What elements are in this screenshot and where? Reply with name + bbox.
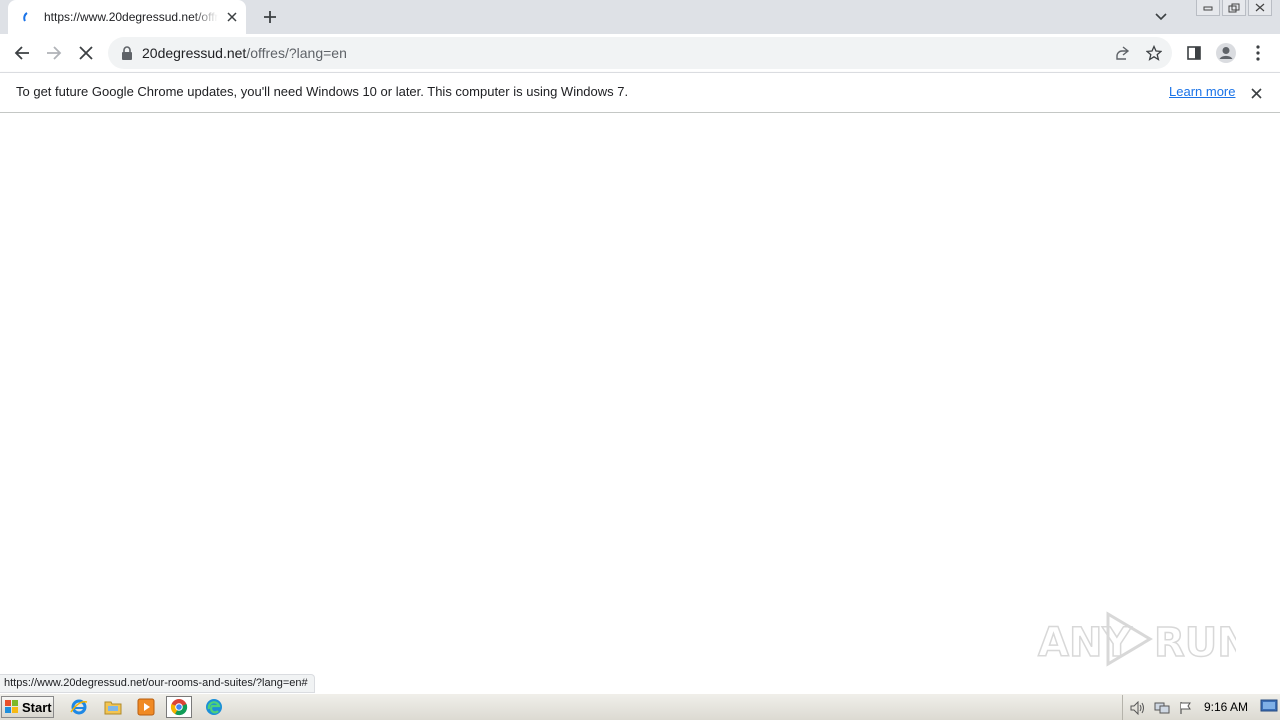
new-tab-button[interactable] [258,5,282,29]
status-url-bubble: https://www.20degressud.net/our-rooms-an… [0,674,315,693]
media-player-icon[interactable] [133,696,159,718]
windows-logo-icon [5,700,18,713]
watermark-right: RUN [1154,620,1236,666]
loading-spinner-icon [22,10,36,24]
bookmark-star-icon[interactable] [1144,43,1164,63]
chrome-icon[interactable] [166,696,192,718]
volume-icon[interactable] [1129,700,1147,716]
anyrun-watermark: ANY RUN [1037,611,1236,667]
stop-icon [79,46,93,60]
taskbar-clock[interactable]: 9:16 AM [1204,700,1248,714]
forward-arrow-icon [47,46,62,60]
window-close-button[interactable] [1248,0,1272,16]
back-arrow-icon [14,46,29,60]
update-infobar: To get future Google Chrome updates, you… [0,72,1280,113]
side-panel-icon [1187,46,1201,60]
tab-close-icon[interactable] [224,9,240,25]
infobar-message: To get future Google Chrome updates, you… [16,84,629,99]
share-icon[interactable] [1112,43,1132,63]
infobar-close-icon[interactable] [1248,85,1264,101]
address-bar[interactable]: 20degressud.net/offres/?lang=en [108,37,1172,69]
browser-toolbar: 20degressud.net/offres/?lang=en [0,34,1280,72]
side-panel-button[interactable] [1180,39,1208,67]
restore-button[interactable] [1222,0,1246,16]
plus-icon [264,11,276,23]
learn-more-link[interactable]: Learn more [1169,84,1235,99]
more-vertical-icon [1256,45,1260,61]
tab-title: https://www.20degressud.net/offres/?lang… [44,10,218,24]
system-tray [1122,695,1280,720]
network-icon[interactable] [1153,700,1171,716]
chevron-down-icon [1155,13,1167,21]
minimize-button[interactable] [1196,0,1220,16]
address-url[interactable]: 20degressud.net/offres/?lang=en [142,45,347,61]
browser-tab[interactable]: https://www.20degressud.net/offres/?lang… [8,0,246,34]
url-path: /offres/?lang=en [246,45,347,61]
window-controls [1196,0,1272,16]
tab-search-button[interactable] [1150,6,1172,28]
action-center-flag-icon[interactable] [1177,700,1195,716]
internet-explorer-icon[interactable] [66,696,92,718]
file-explorer-icon[interactable] [100,696,126,718]
avatar-icon [1216,43,1236,63]
edge-icon[interactable] [201,696,227,718]
profile-button[interactable] [1212,39,1240,67]
taskbar: Start 9:16 AM [0,693,1280,720]
start-label: Start [22,699,52,715]
back-button[interactable] [8,39,36,67]
lock-icon[interactable] [120,45,134,61]
menu-button[interactable] [1244,39,1272,67]
stop-loading-button[interactable] [72,39,100,67]
url-domain: 20degressud.net [142,45,247,61]
start-button[interactable]: Start [1,696,54,718]
forward-button[interactable] [40,39,68,67]
tab-strip: https://www.20degressud.net/offres/?lang… [0,0,1280,34]
show-desktop-icon[interactable] [1260,698,1278,714]
